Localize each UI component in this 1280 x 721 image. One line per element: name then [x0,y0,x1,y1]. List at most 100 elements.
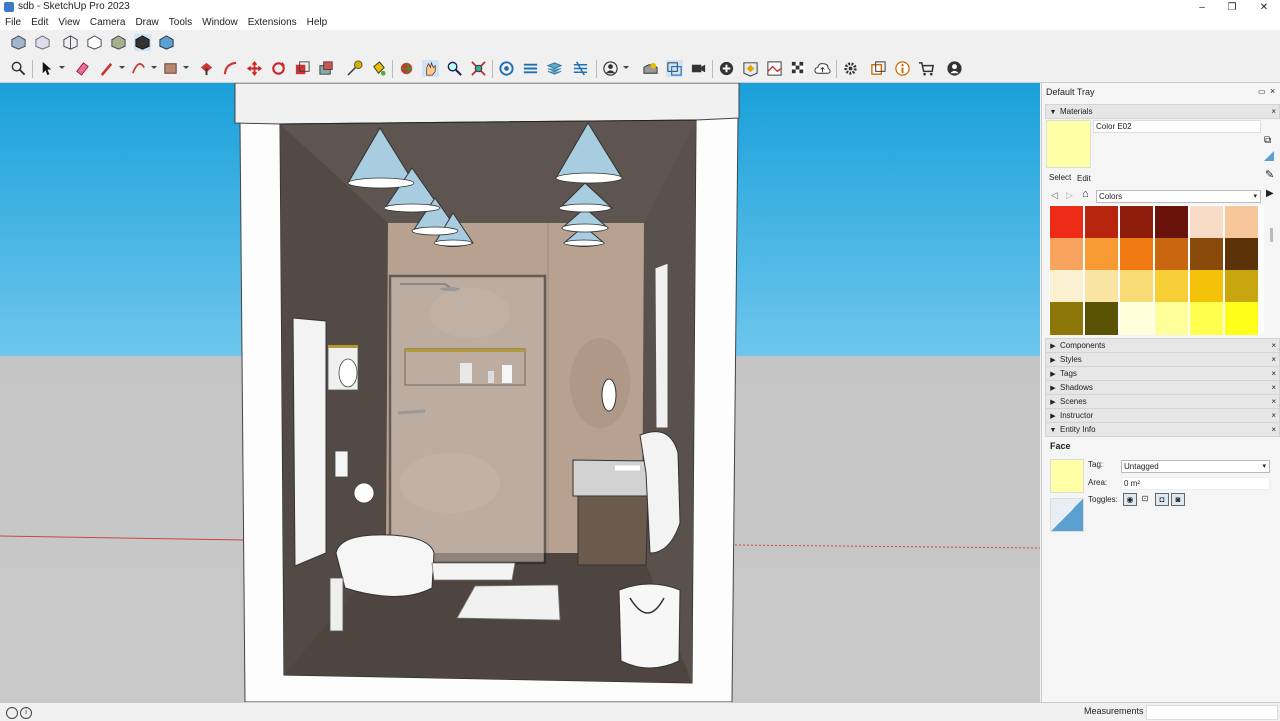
info-status-icon[interactable]: i [20,707,32,719]
chevron-down-icon[interactable] [623,66,629,69]
iso-view-icon[interactable] [10,34,27,51]
move-tool-icon[interactable] [246,60,263,77]
push-pull-tool-icon[interactable] [198,60,215,77]
close-icon[interactable]: × [1271,367,1276,380]
section-plane-icon[interactable] [522,60,539,77]
material-swatch[interactable] [1085,302,1118,335]
close-icon[interactable]: × [1271,353,1276,366]
info-icon[interactable] [894,60,911,77]
menu-help[interactable]: Help [302,15,333,30]
back-face-material[interactable] [1050,498,1084,532]
material-swatch[interactable] [1120,302,1153,335]
home-icon[interactable]: ⌂ [1082,188,1089,200]
menu-view[interactable]: View [53,15,85,30]
close-icon[interactable]: × [1271,409,1276,422]
close-icon[interactable]: × [1271,423,1276,436]
follow-me-tool-icon[interactable] [222,60,239,77]
search-icon[interactable] [10,60,27,77]
material-swatch[interactable] [1085,206,1118,239]
geo-location-status-icon[interactable] [6,707,18,719]
material-swatch[interactable] [1085,238,1118,271]
material-swatch[interactable] [1120,270,1153,303]
geo-location-icon[interactable] [742,60,759,77]
material-swatch[interactable] [1155,270,1188,303]
shopping-cart-icon[interactable] [918,60,935,77]
menu-extensions[interactable]: Extensions [243,15,302,30]
material-swatch[interactable] [1155,238,1188,271]
paint-bucket-tool-icon[interactable] [370,60,387,77]
material-swatch[interactable] [1225,302,1258,335]
eraser-tool-icon[interactable] [74,60,91,77]
wireframe-style-icon[interactable] [62,34,79,51]
swatch-scrollbar[interactable] [1270,228,1273,242]
chevron-down-icon[interactable] [183,66,189,69]
menu-camera[interactable]: Camera [85,15,131,30]
menu-file[interactable]: File [0,15,26,30]
layout-send-icon[interactable] [870,60,887,77]
minimize-button[interactable]: – [1186,0,1218,15]
material-swatch[interactable] [1120,206,1153,239]
create-material-icon[interactable]: ⧉ [1264,135,1271,146]
tape-measure-tool-icon[interactable] [346,60,363,77]
tab-edit[interactable]: Edit [1077,174,1091,183]
model-viewport[interactable] [0,83,1040,702]
select-tool-icon[interactable] [38,60,55,77]
materials-panel-header[interactable]: ▼ Materials × [1045,104,1280,119]
zoom-extents-tool-icon[interactable] [470,60,487,77]
material-swatch[interactable] [1190,206,1223,239]
lock-icon[interactable]: ⊡ [1139,493,1151,504]
rotate-tool-icon[interactable] [270,60,287,77]
scenes-panel-header[interactable]: ▶ Scenes × [1045,394,1280,409]
details-arrow-icon[interactable]: ▶ [1266,188,1274,199]
pan-tool-icon[interactable] [422,60,439,77]
layers-stack-icon[interactable] [546,60,563,77]
material-swatch[interactable] [1050,238,1083,271]
xray-style-icon[interactable] [34,34,51,51]
close-icon[interactable]: × [1270,86,1275,96]
close-button[interactable]: ✕ [1248,0,1280,15]
back-arrow-icon[interactable]: ◁ [1051,190,1058,201]
chevron-down-icon[interactable] [59,66,65,69]
material-swatch[interactable] [1190,302,1223,335]
maximize-button[interactable]: ❐ [1216,0,1248,15]
chevron-down-icon[interactable] [151,66,157,69]
components-panel-header[interactable]: ▶ Components × [1045,338,1280,353]
material-library-select[interactable]: Colors ▾ [1096,190,1261,203]
close-icon[interactable]: × [1271,339,1276,352]
extension-warehouse-icon[interactable] [790,60,807,77]
monochrome-style-icon[interactable] [158,34,175,51]
styles-panel-header[interactable]: ▶ Styles × [1045,352,1280,367]
menu-edit[interactable]: Edit [26,15,53,30]
default-material-icon[interactable] [1264,151,1274,161]
pencil-line-tool-icon[interactable] [98,60,115,77]
tray-pin-icon[interactable]: ▭ [1258,87,1266,96]
material-swatch[interactable] [1225,270,1258,303]
menu-tools[interactable]: Tools [164,15,197,30]
close-icon[interactable]: × [1271,105,1276,118]
menu-draw[interactable]: Draw [130,15,163,30]
add-location-icon[interactable] [718,60,735,77]
section-display-icon[interactable] [572,60,589,77]
chevron-down-icon[interactable] [119,66,125,69]
receive-shadows-icon[interactable]: ◘ [1155,493,1169,506]
material-swatch[interactable] [1190,270,1223,303]
tag-select[interactable]: Untagged ▾ [1121,460,1270,473]
shaded-textures-style-icon[interactable] [134,34,151,51]
hidden-line-style-icon[interactable] [86,34,103,51]
close-icon[interactable]: × [1271,381,1276,394]
close-icon[interactable]: × [1271,395,1276,408]
instructor-panel-header[interactable]: ▶ Instructor × [1045,408,1280,423]
material-swatch[interactable] [1050,270,1083,303]
rectangle-tool-icon[interactable] [162,60,179,77]
tags-panel-header[interactable]: ▶ Tags × [1045,366,1280,381]
entity-info-panel-header[interactable]: ▼ Entity Info × [1045,422,1280,437]
material-name-input[interactable]: Color E02 [1093,120,1261,133]
photo-textures-icon[interactable] [766,60,783,77]
measurements-input[interactable] [1146,705,1278,720]
menu-window[interactable]: Window [197,15,243,30]
match-photo-icon[interactable] [666,60,683,77]
front-face-material[interactable] [1050,459,1084,493]
material-swatch[interactable] [1225,206,1258,239]
profile-icon[interactable] [946,60,963,77]
shadows-panel-header[interactable]: ▶ Shadows × [1045,380,1280,395]
